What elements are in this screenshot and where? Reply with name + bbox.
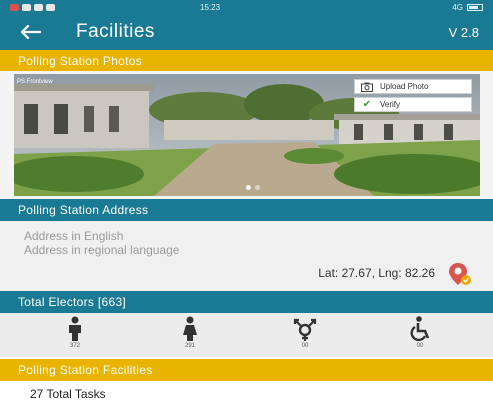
total-tasks[interactable]: 27 Total Tasks xyxy=(0,381,493,403)
electors-breakdown: 372 291 00 00 xyxy=(0,313,493,357)
elector-pwd: 00 xyxy=(400,316,440,349)
upload-photo-label: Upload Photo xyxy=(380,82,429,91)
female-count: 291 xyxy=(184,343,195,349)
status-time: 15:23 xyxy=(200,2,221,12)
notification-icon xyxy=(34,3,43,11)
verify-label: Verify xyxy=(380,100,401,109)
verify-button[interactable]: ✔ Verify xyxy=(354,97,472,112)
arrow-left-icon xyxy=(20,24,41,40)
notification-icons xyxy=(10,3,200,11)
notification-icon xyxy=(46,3,55,11)
male-count: 372 xyxy=(69,343,80,349)
address-english-field[interactable]: Address in English xyxy=(24,229,123,243)
address-section-header: Polling Station Address xyxy=(0,199,493,221)
polling-station-photo: PS Frontview Upload Photo ✔ Verify xyxy=(14,74,480,196)
address-regional-field[interactable]: Address in regional language xyxy=(24,243,179,257)
wheelchair-icon xyxy=(410,316,430,342)
app-version: V 2.8 xyxy=(448,24,479,40)
third-gender-count: 00 xyxy=(301,343,309,349)
page-title: Facilities xyxy=(76,21,155,42)
network-indicator: 4G xyxy=(452,2,463,12)
third-gender-icon xyxy=(293,318,317,341)
carousel-dot[interactable] xyxy=(255,185,260,190)
status-bar: 15:23 4G xyxy=(0,0,493,14)
back-button[interactable] xyxy=(0,14,60,50)
elector-third-gender: 00 xyxy=(285,316,325,349)
check-icon: ✔ xyxy=(362,99,372,110)
camera-icon xyxy=(360,82,374,92)
elector-female: 291 xyxy=(170,316,210,349)
address-panel: Address in English Address in regional l… xyxy=(0,221,493,291)
app-bar: Facilities V 2.8 xyxy=(0,14,493,50)
male-icon xyxy=(69,316,81,341)
location-pin-button[interactable] xyxy=(447,261,473,287)
lat-lng-value: Lat: 27.67, Lng: 82.26 xyxy=(318,266,435,280)
carousel-dot-active[interactable] xyxy=(246,185,251,190)
pwd-count: 00 xyxy=(416,343,424,349)
facilities-section-header: Polling Station Facilities xyxy=(0,359,493,381)
battery-icon xyxy=(467,3,483,11)
notification-icon xyxy=(22,3,31,11)
female-icon xyxy=(183,316,197,341)
upload-photo-button[interactable]: Upload Photo xyxy=(354,79,472,94)
photo-caption: PS Frontview xyxy=(17,79,53,85)
photo-carousel[interactable]: PS Frontview Upload Photo ✔ Verify xyxy=(0,71,493,199)
electors-section-header: Total Electors [663] xyxy=(0,291,493,313)
photos-section-header: Polling Station Photos xyxy=(0,50,493,71)
location-pin-icon xyxy=(449,263,471,285)
elector-male: 372 xyxy=(55,316,95,349)
carousel-indicator xyxy=(246,185,260,190)
notification-icon xyxy=(10,3,19,11)
